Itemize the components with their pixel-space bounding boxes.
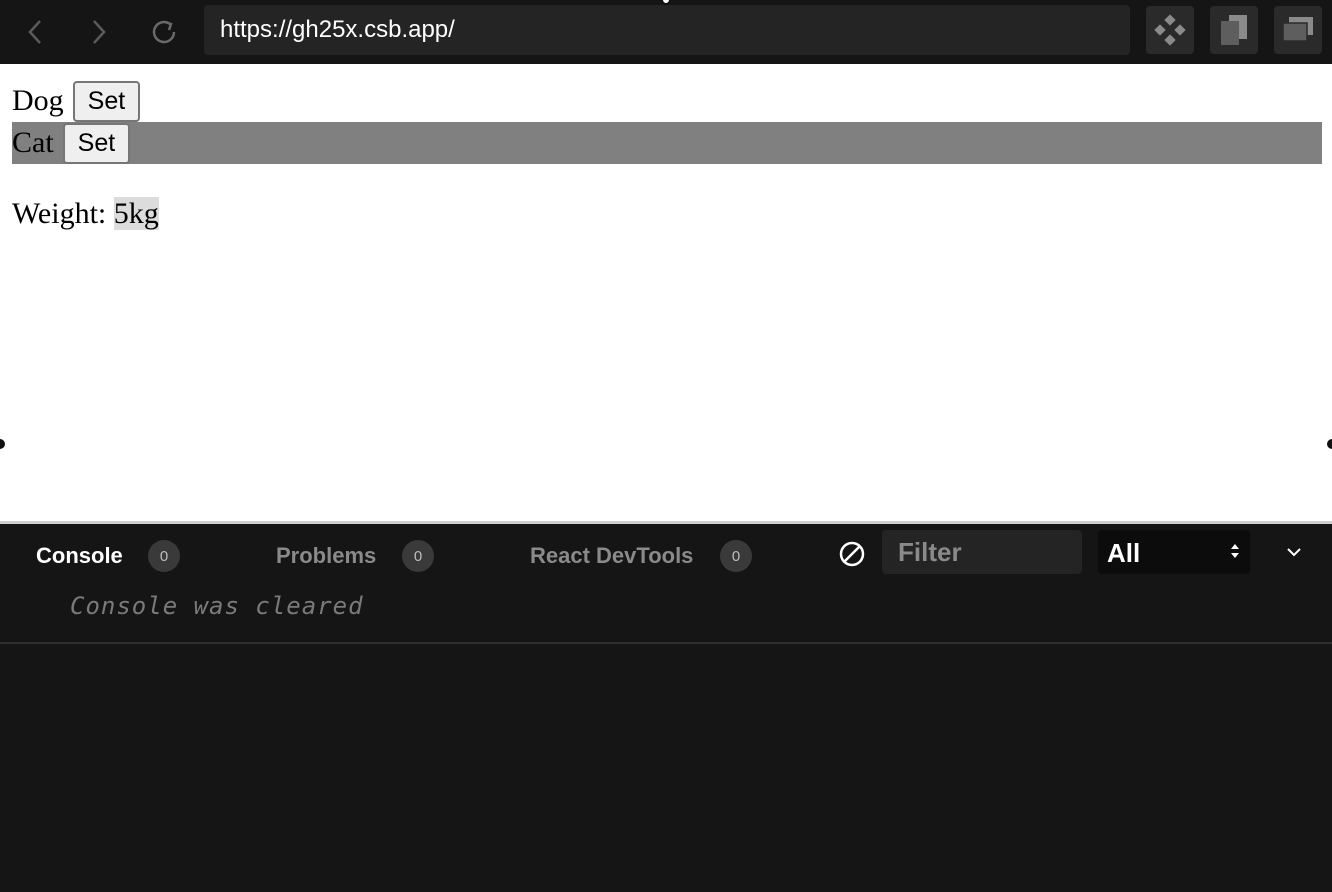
tab-react-devtools[interactable]: React DevTools 0 (530, 540, 754, 572)
copy-window-icon (1221, 15, 1247, 45)
devtools-panel: Console 0 Problems 0 React DevTools 0 Al… (0, 524, 1332, 892)
back-button[interactable] (16, 12, 56, 52)
tab-label: Problems (276, 543, 377, 568)
refresh-icon (152, 20, 176, 44)
log-level-select[interactable]: All (1098, 530, 1250, 574)
chevron-right-icon (93, 20, 106, 44)
set-cat-button[interactable]: Set (62, 122, 131, 164)
weight-label: Weight: (12, 197, 114, 230)
animal-row-cat: Cat Set (12, 122, 1322, 164)
stacked-windows-icon (1282, 17, 1313, 42)
console-count-badge: 0 (148, 540, 180, 572)
refresh-button[interactable] (145, 12, 185, 52)
preview-pane: Dog Set Cat Set Weight: 5kg (0, 64, 1332, 521)
problems-count-badge: 0 (402, 540, 434, 572)
browser-toolbar: https://gh25x.csb.app/ (0, 0, 1332, 64)
open-external-button[interactable] (1274, 6, 1322, 54)
react-devtools-count-badge: 0 (720, 540, 752, 572)
set-dog-button[interactable]: Set (72, 80, 141, 122)
filter-input[interactable] (882, 530, 1082, 574)
tab-console[interactable]: Console 0 (36, 540, 186, 572)
console-message: Console was cleared (70, 592, 364, 620)
tab-label: React DevTools (530, 543, 694, 568)
chevron-down-icon[interactable] (1282, 540, 1306, 564)
tab-label: Console (36, 543, 123, 568)
chevron-left-icon (28, 20, 41, 44)
tab-problems[interactable]: Problems 0 (276, 540, 436, 572)
devtools-toggle-button[interactable] (1146, 6, 1194, 54)
diamond-grid-icon (1154, 14, 1186, 46)
weight-value: 5kg (113, 197, 159, 230)
animal-name: Dog (12, 84, 64, 117)
clear-console-icon[interactable] (838, 540, 866, 568)
console-separator (0, 642, 1332, 644)
new-window-button[interactable] (1210, 6, 1258, 54)
select-arrows-icon (1231, 544, 1239, 558)
weight-display: Weight: 5kg (12, 196, 159, 232)
forward-button[interactable] (78, 12, 118, 52)
log-level-value: All (1107, 538, 1141, 568)
resize-handle-right[interactable] (1327, 439, 1332, 449)
animal-name: Cat (12, 126, 54, 159)
animal-row-dog: Dog Set (12, 80, 141, 122)
url-bar[interactable]: https://gh25x.csb.app/ (204, 5, 1130, 55)
